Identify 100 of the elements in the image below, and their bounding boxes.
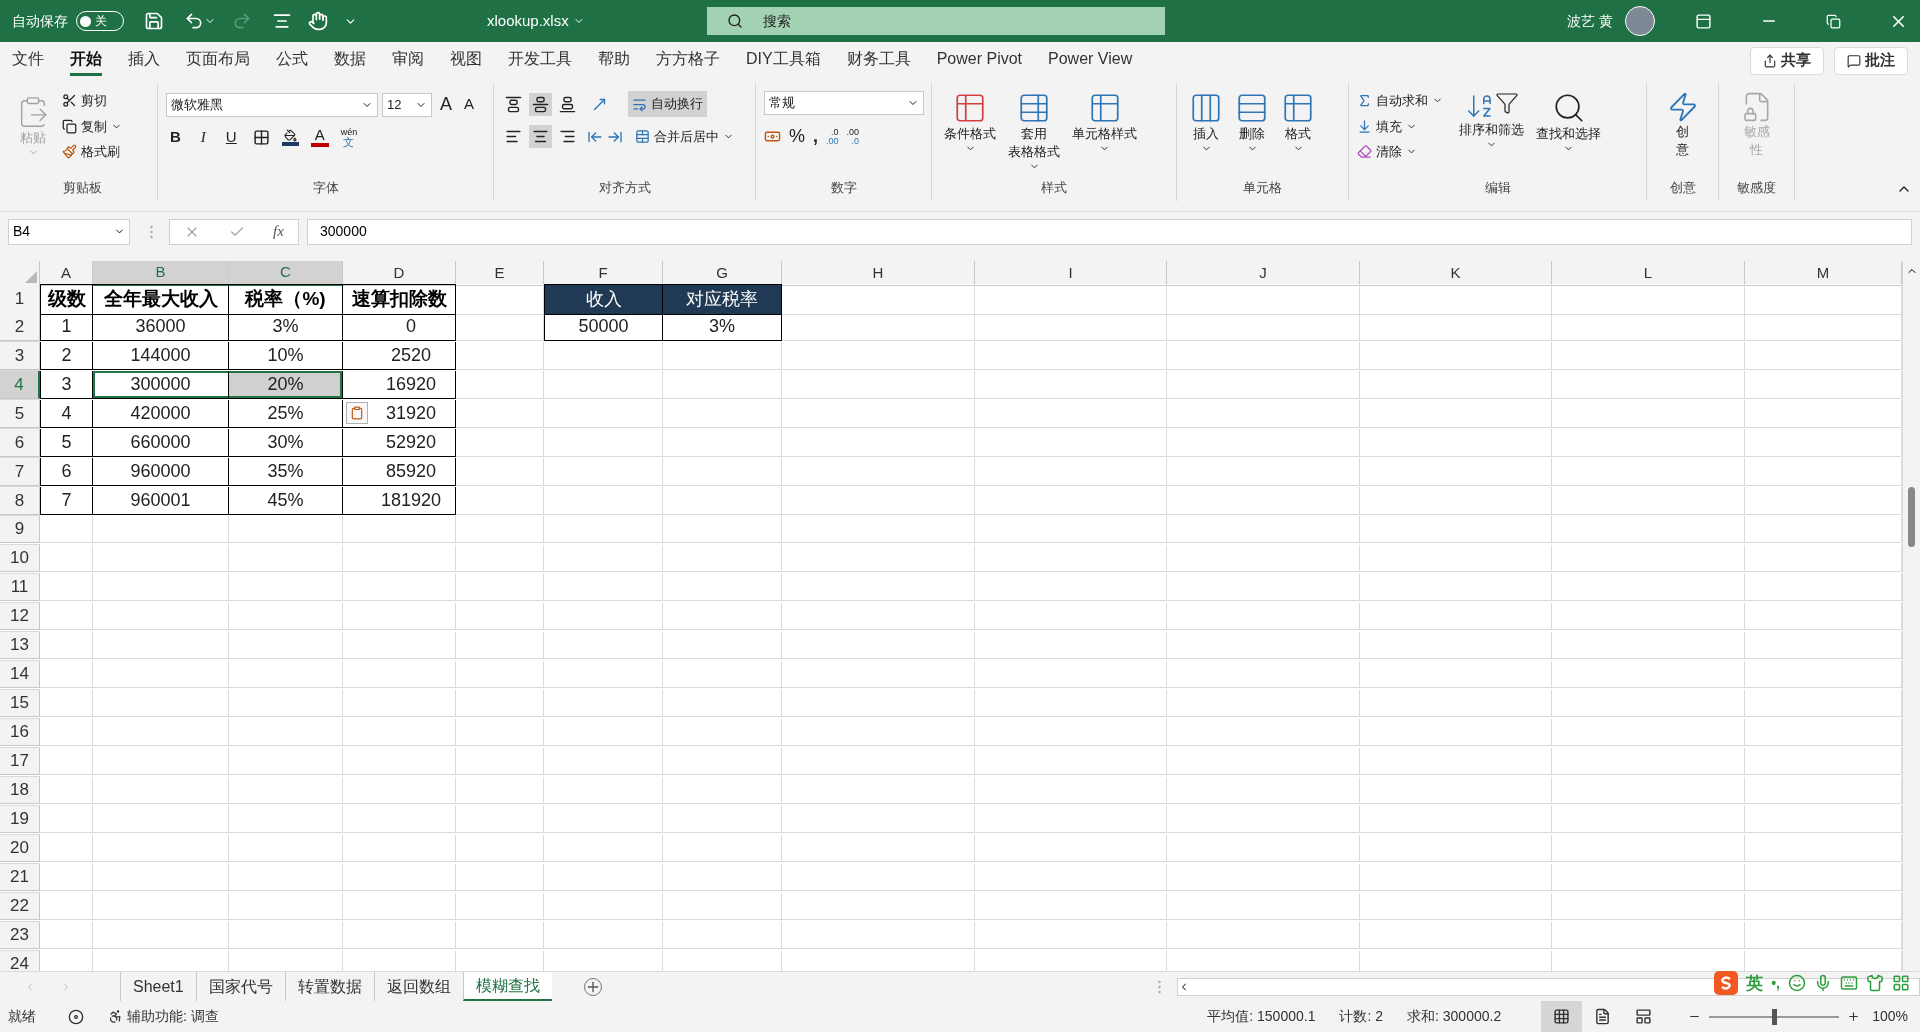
menu-tab[interactable]: 数据	[334, 45, 366, 76]
menu-tab[interactable]: 财务工具	[846, 45, 911, 76]
row-header[interactable]: 3	[0, 342, 40, 370]
insert-function-button[interactable]: fx	[272, 220, 284, 243]
microphone-icon[interactable]	[1814, 974, 1832, 993]
column-header[interactable]: C	[229, 261, 343, 286]
font-name-dropdown[interactable]: 微软雅黑	[166, 92, 378, 117]
comments-button[interactable]: 批注	[1834, 46, 1908, 75]
paste-options-button[interactable]	[346, 402, 368, 424]
row-header[interactable]: 21	[0, 864, 40, 892]
menu-tab[interactable]: 开发工具	[508, 45, 572, 76]
row-header[interactable]: 16	[0, 719, 40, 747]
row-header[interactable]: 5	[0, 400, 40, 428]
row-header[interactable]: 8	[0, 487, 40, 515]
menu-tab[interactable]: 插入	[128, 45, 160, 76]
editing-button[interactable]: 自动求和	[1357, 91, 1443, 111]
number-format-dropdown[interactable]: 常规	[764, 91, 924, 115]
row-header[interactable]: 2	[0, 313, 40, 341]
row-header[interactable]: 11	[0, 574, 40, 602]
row-header[interactable]: 17	[0, 748, 40, 776]
shrink-font-button[interactable]: A	[460, 93, 479, 116]
comma-button[interactable]: ,	[813, 123, 819, 150]
column-header[interactable]: J	[1167, 261, 1360, 286]
row-header[interactable]: 12	[0, 603, 40, 631]
shirt-icon[interactable]	[1866, 974, 1884, 993]
column-header[interactable]: D	[343, 261, 456, 286]
font-size-dropdown[interactable]: 12	[382, 92, 432, 117]
borders-icon[interactable]	[252, 128, 270, 146]
column-header[interactable]: E	[456, 261, 544, 286]
row-header[interactable]: 7	[0, 458, 40, 486]
restore-icon[interactable]	[1826, 13, 1841, 29]
menu-tab[interactable]: Power Pivot	[936, 45, 1023, 76]
cells-button[interactable]: 插入	[1185, 91, 1227, 154]
macro-record-icon[interactable]	[68, 1008, 84, 1025]
wrap-text-button[interactable]: 自动换行	[628, 91, 707, 117]
emoji-icon[interactable]	[1788, 974, 1806, 993]
name-box[interactable]: B4	[8, 218, 130, 245]
row-header[interactable]: 9	[0, 516, 40, 544]
column-header[interactable]: L	[1552, 261, 1745, 286]
row-header[interactable]: 4	[0, 371, 40, 399]
style-button[interactable]: 单元格样式	[1068, 91, 1141, 154]
increase-decimal-button[interactable]: .0 .00	[826, 127, 839, 146]
accessibility-button[interactable]: 辅助功能: 调查	[108, 1006, 219, 1027]
search-field[interactable]: 搜索	[706, 7, 1165, 35]
fill-color-icon[interactable]	[281, 128, 299, 146]
horizontal-align-button[interactable]	[529, 125, 552, 148]
menu-tab[interactable]: Power View	[1048, 45, 1133, 76]
vertical-scrollbar[interactable]	[1902, 261, 1920, 971]
row-header[interactable]: 6	[0, 429, 40, 457]
row-header[interactable]: 15	[0, 690, 40, 718]
row-header[interactable]: 23	[0, 922, 40, 950]
menu-tab[interactable]: 视图	[450, 45, 482, 76]
column-header[interactable]: B	[93, 261, 229, 286]
font-color-button[interactable]: A	[310, 127, 329, 148]
menu-tab[interactable]: 页面布局	[186, 45, 250, 76]
row-header[interactable]: 20	[0, 835, 40, 863]
zoom-in-icon[interactable]	[1847, 1010, 1861, 1023]
row-header[interactable]: 22	[0, 893, 40, 921]
share-button[interactable]: 共享	[1750, 46, 1824, 75]
italic-button[interactable]: I	[196, 126, 210, 149]
row-header[interactable]: 19	[0, 806, 40, 834]
cells-button[interactable]: 格式	[1277, 91, 1319, 154]
user-avatar[interactable]	[1625, 6, 1655, 36]
menu-tab[interactable]: 审阅	[392, 45, 424, 76]
sheet-tab[interactable]: 模糊查找	[462, 972, 552, 1001]
menu-tab[interactable]: 方方格子	[656, 45, 720, 76]
copy-button[interactable]: 复制	[62, 116, 122, 136]
editing-button[interactable]: 清除	[1357, 142, 1443, 162]
style-button[interactable]: 条件格式	[940, 91, 1000, 154]
editing-button[interactable]: 填充	[1357, 116, 1443, 136]
row-header[interactable]: 14	[0, 661, 40, 689]
row-header[interactable]: 1	[0, 284, 40, 315]
menu-tab[interactable]: 文件	[12, 45, 44, 76]
keyboard-icon[interactable]	[1840, 974, 1858, 993]
formula-input[interactable]: 300000	[307, 218, 1912, 245]
menu-tab[interactable]: DIY工具箱	[746, 45, 821, 76]
column-header[interactable]: K	[1360, 261, 1552, 286]
format-painter-button[interactable]: 格式刷	[62, 142, 122, 162]
menu-tab[interactable]: 开始	[70, 45, 102, 76]
grow-font-button[interactable]: A	[436, 91, 456, 118]
view-button[interactable]	[1541, 1001, 1583, 1032]
ribbon-display-icon[interactable]	[1695, 12, 1712, 30]
cells-button[interactable]: 删除	[1231, 91, 1273, 154]
row-header[interactable]: 18	[0, 777, 40, 805]
column-header[interactable]: H	[782, 261, 975, 286]
row-header[interactable]: 13	[0, 632, 40, 660]
file-name[interactable]: xlookup.xlsx	[487, 9, 585, 33]
column-header[interactable]: I	[975, 261, 1167, 286]
menu-tab[interactable]: 帮助	[598, 45, 630, 76]
row-header[interactable]: 24	[0, 951, 40, 971]
phonetic-button[interactable]: wén 文	[340, 127, 358, 148]
list-icon[interactable]	[272, 11, 292, 31]
save-icon[interactable]	[144, 11, 164, 31]
cut-button[interactable]: 剪切	[62, 91, 122, 111]
zoom-percent[interactable]: 100%	[1872, 1006, 1908, 1027]
undo-icon[interactable]	[184, 11, 204, 31]
underline-button[interactable]: U	[221, 126, 241, 149]
vertical-align-button[interactable]	[529, 92, 552, 116]
ideas-button[interactable]: 创 意	[1666, 91, 1699, 159]
style-button[interactable]: 套用 表格格式	[1004, 91, 1064, 172]
